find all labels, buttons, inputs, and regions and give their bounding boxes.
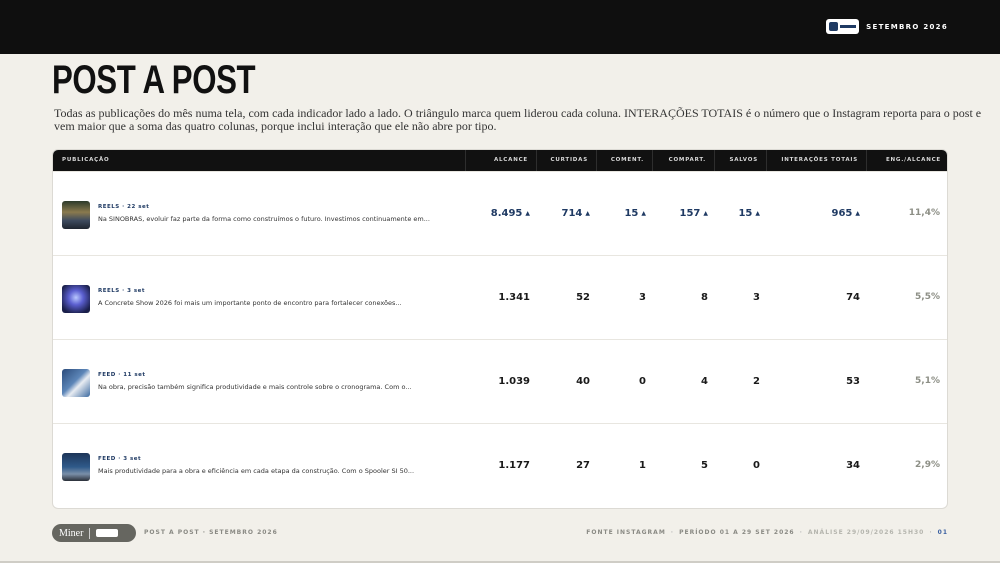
post-thumbnail [62, 369, 90, 397]
cell-coment: 3 [639, 292, 646, 303]
cell-salvos: 15 ▲ [738, 208, 760, 219]
cell-compart: 157 ▲ [679, 208, 709, 219]
cell-eng: 11,4% [908, 208, 940, 218]
header-period: SETEMBRO 2026 [866, 22, 948, 31]
cell-coment: 0 [639, 376, 646, 387]
leader-triangle-icon: ▲ [641, 210, 646, 217]
cell-alcance: 1.341 [498, 292, 530, 303]
cell-compart: 8 [701, 292, 708, 303]
top-bar: SETEMBRO 2026 [0, 0, 1000, 54]
post-meta: FEED · 11 set [98, 372, 146, 378]
col-curtidas: CURTIDAS [536, 150, 596, 171]
leader-triangle-icon: ▲ [525, 210, 530, 217]
cell-alcance: 1.039 [498, 376, 530, 387]
footer-analysis: ANÁLISE 29/09/2026 15H30 [807, 529, 925, 536]
cell-eng: 5,5% [915, 292, 940, 302]
col-compart: COMPART. [652, 150, 714, 171]
page-title: POST A POST [52, 58, 256, 102]
footer-section-label: POST A POST · SETEMBRO 2026 [144, 529, 278, 536]
header-brand: SETEMBRO 2026 [826, 19, 948, 34]
logo-mark-icon [829, 22, 839, 31]
post-caption: A Concrete Show 2026 foi mais um importa… [98, 299, 402, 307]
brand-pill: Miner [52, 524, 136, 542]
cell-interacoes: 74 [846, 292, 860, 303]
intro-text: Todas as publicações do mês numa tela, c… [54, 106, 982, 133]
leader-triangle-icon: ▲ [585, 210, 590, 217]
cell-interacoes: 965 ▲ [831, 208, 861, 219]
cell-eng: 5,1% [915, 376, 940, 386]
footer-meta: FONTE INSTAGRAM · PERÍODO 01 A 29 SET 2026… [586, 529, 948, 536]
post-thumbnail [62, 201, 90, 229]
col-coment: COMENT. [596, 150, 652, 171]
cell-compart: 5 [701, 460, 708, 471]
post-caption: Na SINOBRAS, evoluir faz parte da forma … [98, 215, 430, 223]
cell-curtidas: 52 [576, 292, 590, 303]
cell-salvos: 2 [753, 376, 760, 387]
cell-curtidas: 40 [576, 376, 590, 387]
cell-alcance: 1.177 [498, 460, 530, 471]
post-meta: REELS · 22 set [98, 204, 150, 210]
post-thumbnail [62, 453, 90, 481]
logo-wordmark-icon [840, 25, 857, 28]
cell-alcance: 8.495 ▲ [490, 208, 530, 219]
posts-table: PUBLICAÇÃO ALCANCE CURTIDAS COMENT. COMP… [52, 149, 948, 509]
company-logo-icon [96, 529, 119, 537]
post-thumbnail [62, 285, 90, 313]
col-publicacao: PUBLICAÇÃO [62, 157, 110, 163]
table-row[interactable]: FEED · 3 set Mais produtividade para a o… [53, 423, 947, 507]
table-header: PUBLICAÇÃO ALCANCE CURTIDAS COMENT. COMP… [53, 150, 947, 171]
cell-interacoes: 34 [846, 460, 860, 471]
company-logo [826, 19, 860, 34]
leader-triangle-icon: ▲ [755, 210, 760, 217]
cell-compart: 4 [701, 376, 708, 387]
cell-interacoes: 53 [846, 376, 860, 387]
leader-triangle-icon: ▲ [703, 210, 708, 217]
footer-source: FONTE INSTAGRAM [586, 529, 666, 536]
cell-curtidas: 714 ▲ [561, 208, 591, 219]
cell-coment: 15 ▲ [624, 208, 646, 219]
post-meta: REELS · 3 set [98, 288, 146, 294]
table-row[interactable]: FEED · 11 set Na obra, precisão também s… [53, 339, 947, 423]
divider [89, 527, 91, 539]
col-alcance: ALCANCE [465, 150, 536, 171]
post-meta: FEED · 3 set [98, 456, 142, 462]
cell-coment: 1 [639, 460, 646, 471]
table-row[interactable]: REELS · 3 set A Concrete Show 2026 foi m… [53, 255, 947, 339]
page-number: 01 [937, 529, 948, 536]
cell-eng: 2,9% [915, 460, 940, 470]
table-row[interactable]: REELS · 22 set Na SINOBRAS, evoluir faz … [53, 171, 947, 255]
cell-salvos: 3 [753, 292, 760, 303]
cell-curtidas: 27 [576, 460, 590, 471]
col-salvos: SALVOS [714, 150, 766, 171]
cell-salvos: 0 [753, 460, 760, 471]
footer-period: PERÍODO 01 A 29 SET 2026 [679, 529, 795, 536]
post-caption: Na obra, precisão também significa produ… [98, 383, 412, 391]
post-caption: Mais produtividade para a obra e eficiên… [98, 467, 415, 475]
leader-triangle-icon: ▲ [855, 210, 860, 217]
footer: Miner POST A POST · SETEMBRO 2026 FONTE … [52, 524, 948, 542]
miner-logo: Miner [59, 527, 84, 539]
col-interacoes: INTERAÇÕES TOTAIS [766, 150, 866, 171]
col-eng: ENG./ALCANCE [866, 150, 947, 171]
